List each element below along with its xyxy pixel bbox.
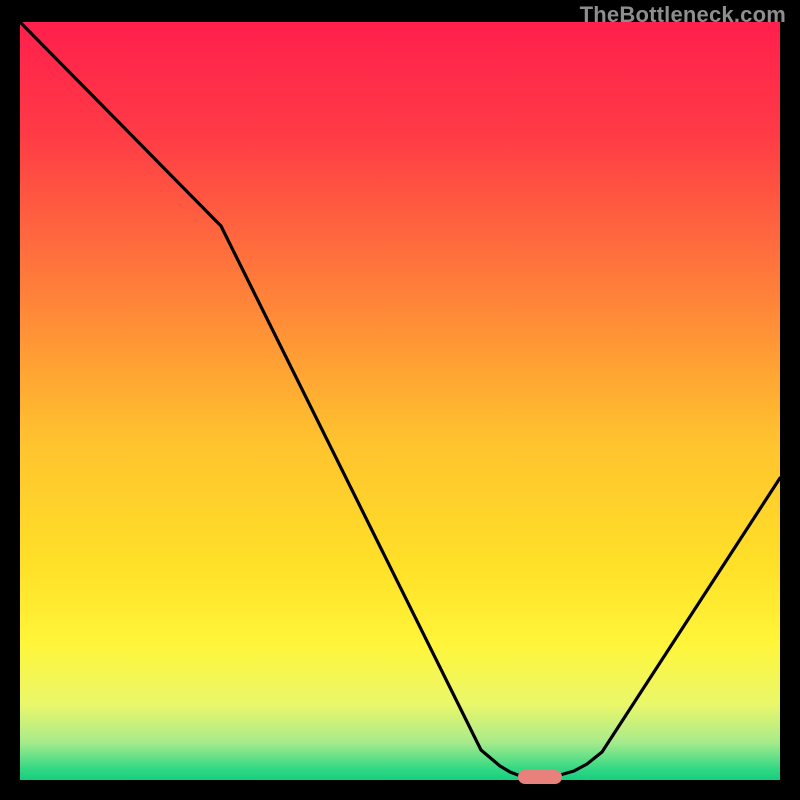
optimum-marker [518, 770, 562, 784]
bottleneck-curve [20, 22, 780, 780]
plot-area [20, 22, 780, 780]
chart-frame: TheBottleneck.com [0, 0, 800, 800]
